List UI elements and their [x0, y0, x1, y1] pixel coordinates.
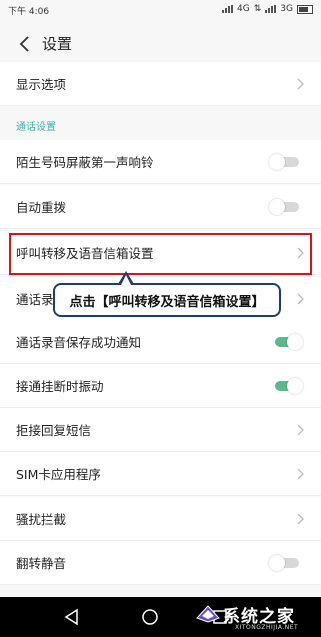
- instruction-callout: 点击【呼叫转移及语音信箱设置】: [53, 283, 281, 317]
- home-icon[interactable]: [140, 607, 160, 627]
- row-recording-saved-notice[interactable]: 通话录音保存成功通知: [0, 320, 321, 364]
- chevron-right-icon: [297, 468, 304, 480]
- row-display-options[interactable]: 显示选项: [0, 62, 321, 106]
- toggle-switch[interactable]: [269, 199, 303, 215]
- network-label-1: 4G: [237, 4, 250, 14]
- wifi-icon: ⇅: [253, 4, 262, 14]
- row-sim-apps[interactable]: SIM卡应用程序: [0, 452, 321, 496]
- row-flip-to-mute[interactable]: 翻转静音: [0, 541, 321, 585]
- row-label: 骚扰拦截: [16, 512, 67, 527]
- section-call-settings: 通话设置: [16, 122, 56, 133]
- status-time: 下午 4:06: [8, 7, 50, 17]
- watermark: 系统之家 XITONGZHIJIA.NET: [195, 600, 317, 636]
- back-icon[interactable]: [62, 607, 82, 627]
- row-label: 自动重拨: [16, 200, 67, 215]
- row-label: 呼叫转移及语音信箱设置: [16, 246, 154, 261]
- toggle-switch[interactable]: [269, 378, 303, 394]
- watermark-logo-icon: [196, 605, 220, 623]
- row-harassment-block[interactable]: 骚扰拦截: [0, 497, 321, 541]
- signal-icon-2: [265, 5, 277, 13]
- chevron-right-icon: [297, 78, 304, 90]
- chevron-right-icon: [297, 513, 304, 525]
- row-label: 显示选项: [16, 77, 67, 92]
- toggle-switch[interactable]: [269, 334, 303, 350]
- signal-icon: [222, 5, 234, 13]
- chevron-right-icon: [297, 293, 304, 305]
- toggle-switch[interactable]: [269, 154, 303, 170]
- row-label: 拒接回复短信: [16, 423, 92, 438]
- callout-text: 点击【呼叫转移及语音信箱设置】: [69, 294, 265, 310]
- row-label: 通话录: [16, 292, 54, 307]
- callout-pointer-inner: [121, 275, 131, 285]
- row-label: 接通挂断时振动: [16, 379, 104, 394]
- header: 设置: [0, 26, 321, 60]
- row-label: SIM卡应用程序: [16, 467, 101, 482]
- row-reject-reply-sms[interactable]: 拒接回复短信: [0, 408, 321, 452]
- row-label: 翻转静音: [16, 556, 67, 571]
- chevron-right-icon: [297, 247, 304, 259]
- status-bar: 下午 4:06 4G ⇅ 3G: [0, 0, 321, 20]
- network-label-2: 3G: [280, 4, 293, 14]
- chevron-right-icon: [297, 424, 304, 436]
- row-label: 陌生号码屏蔽第一声响铃: [16, 155, 154, 170]
- row-auto-redial[interactable]: 自动重拨: [0, 185, 321, 229]
- row-vibrate-on-connect[interactable]: 接通挂断时振动: [0, 364, 321, 408]
- row-block-first-ring[interactable]: 陌生号码屏蔽第一声响铃: [0, 140, 321, 184]
- page-title: 设置: [42, 34, 73, 53]
- row-call-forwarding[interactable]: 呼叫转移及语音信箱设置: [0, 231, 321, 275]
- watermark-url: XITONGZHIJIA.NET: [235, 624, 299, 631]
- status-icons: 4G ⇅ 3G: [222, 4, 313, 14]
- row-label: 通话录音保存成功通知: [16, 335, 142, 350]
- back-arrow-icon[interactable]: [18, 36, 32, 52]
- battery-icon: [297, 4, 313, 14]
- toggle-switch[interactable]: [269, 555, 303, 571]
